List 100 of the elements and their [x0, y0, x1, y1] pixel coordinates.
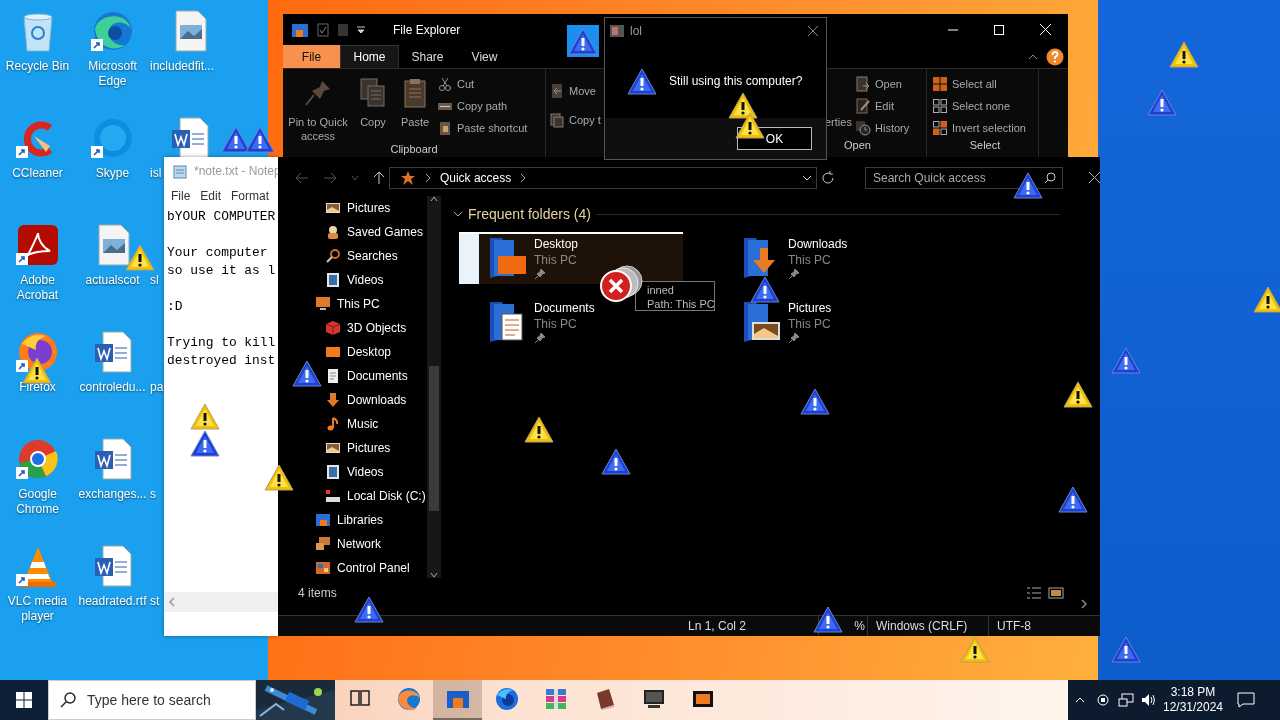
ribbon-button[interactable]: Edit — [855, 95, 896, 117]
monitor-icon — [641, 687, 666, 711]
ribbon-button[interactable]: Copy path — [437, 95, 510, 117]
tooltip: inned Path: This PC — [635, 281, 715, 311]
nav-item[interactable]: Videos — [325, 460, 384, 484]
caret-icon — [351, 174, 359, 181]
nav-item[interactable]: Pictures — [325, 436, 391, 460]
warning-icon — [1111, 347, 1141, 374]
folder-tile[interactable]: Downloads This PC — [713, 232, 883, 284]
warning-icon — [524, 416, 554, 443]
nav-item[interactable]: Documents — [325, 364, 408, 388]
pin-icon — [534, 332, 546, 344]
warning-icon — [190, 403, 220, 430]
folder-name: Pictures — [788, 300, 832, 316]
search-field[interactable]: Search Quick access — [865, 166, 1063, 189]
ribbon-button[interactable]: History — [855, 117, 912, 139]
text-line: bYOUR COMPUTER — [167, 208, 276, 226]
nav-item[interactable]: Searches — [325, 244, 398, 268]
nav-item[interactable]: 3D Objects — [325, 316, 407, 340]
close-icon[interactable] — [808, 26, 818, 36]
ribbon-button[interactable]: Paste — [393, 73, 437, 143]
ribbon-button[interactable]: Cut — [437, 73, 477, 95]
warning-icon — [1063, 381, 1093, 408]
warning-icon — [22, 357, 52, 384]
ribbon-button[interactable]: Select all — [932, 73, 999, 95]
menu-item[interactable]: File — [166, 189, 196, 203]
search-icon — [60, 692, 76, 708]
up-icon — [373, 170, 385, 185]
pin-icon — [788, 332, 800, 344]
document-app-icon — [15, 223, 60, 267]
ribbon-button[interactable]: Copy t — [549, 105, 602, 134]
dialog-title: lol — [630, 24, 642, 38]
film-strip-icon — [325, 272, 341, 288]
wave-circle-icon — [90, 9, 135, 53]
start-button[interactable] — [0, 680, 48, 720]
ribbon-tab[interactable]: Home — [340, 45, 399, 68]
collapse-ribbon-icon — [1028, 53, 1038, 60]
chevron-icon — [423, 172, 432, 183]
pin-icon — [534, 268, 546, 280]
warning-icon — [292, 360, 322, 387]
network-icon — [315, 536, 331, 552]
chat-bubble-icon — [1237, 692, 1255, 708]
nav-item[interactable]: This PC — [315, 292, 380, 316]
ribbon-button[interactable]: Select none — [932, 95, 1013, 117]
nav-item[interactable]: Videos — [325, 268, 384, 292]
nav-item[interactable]: Network — [315, 532, 381, 556]
tray-app-icon[interactable] — [1095, 693, 1110, 707]
warning-icon — [800, 388, 830, 415]
warning-icon — [601, 448, 631, 475]
nav-item[interactable]: Downloads — [325, 388, 407, 412]
warning-icon — [1169, 41, 1199, 68]
volume-icon[interactable] — [1140, 693, 1157, 707]
text-line: so use it as l — [167, 262, 276, 280]
scissors-icon — [437, 76, 453, 92]
network-icon[interactable] — [1117, 693, 1134, 707]
ribbon-tab[interactable]: Share — [399, 45, 456, 68]
ribbon-button[interactable]: Invert selection — [932, 117, 1028, 139]
folder-tile[interactable]: Documents This PC — [459, 296, 629, 348]
folder-tile[interactable]: Pictures This PC — [713, 296, 883, 348]
cube-icon — [325, 320, 341, 336]
nav-item[interactable]: Pictures — [325, 196, 391, 220]
nav-item[interactable]: Libraries — [315, 508, 384, 532]
close-button[interactable] — [1089, 172, 1100, 183]
error-icon — [599, 263, 645, 303]
ribbon-button[interactable]: Move — [549, 76, 602, 105]
nav-item[interactable]: Music — [325, 412, 379, 436]
ribbon-button[interactable]: Open — [855, 73, 904, 95]
ribbon-tab[interactable]: File — [283, 45, 340, 68]
section-header[interactable]: Frequent folders (4) — [468, 206, 591, 222]
ribbon-button[interactable]: Pin to Quick access — [283, 73, 353, 143]
search-icon — [325, 248, 341, 264]
nav-item[interactable]: Local Disk (C:) — [325, 484, 426, 508]
ring-circle-icon — [15, 437, 60, 481]
group-label: Clipboard — [389, 143, 439, 157]
text-area[interactable]: bYOUR COMPUTER Your computer so use it as l :D Trying to kill destroyed inst — [164, 207, 278, 592]
address-bar[interactable]: Quick access — [388, 166, 818, 189]
game-piece-icon — [325, 224, 341, 240]
warning-icon — [1253, 286, 1280, 313]
folder-tile[interactable]: Desktop This PC — [459, 232, 683, 284]
warning-icon — [264, 464, 294, 491]
text-line: :D — [167, 298, 183, 316]
ribbon-tab[interactable]: View — [456, 45, 513, 68]
wave-circle-icon — [396, 687, 421, 711]
nav-item[interactable]: Desktop — [325, 340, 392, 364]
chevron-icon — [519, 172, 528, 183]
status-text: Windows (CRLF) — [868, 616, 989, 636]
nav-item[interactable]: Saved Games — [325, 220, 424, 244]
nav-item[interactable]: Control Panel — [315, 556, 410, 580]
grid-icon — [932, 98, 948, 114]
folder-name: Downloads — [788, 236, 848, 252]
scrollbar[interactable] — [427, 196, 441, 578]
control-panel-icon — [315, 560, 331, 576]
menu-item[interactable]: Format — [226, 189, 275, 203]
monitor-icon — [315, 296, 331, 312]
menu-item[interactable]: Edit — [195, 189, 227, 203]
flame-globe-icon — [494, 687, 519, 711]
ribbon-button[interactable]: Copy — [353, 73, 393, 143]
library-folder-icon — [315, 512, 331, 528]
ribbon-button[interactable]: Paste shortcut — [437, 117, 530, 139]
search-icon — [1044, 171, 1056, 184]
